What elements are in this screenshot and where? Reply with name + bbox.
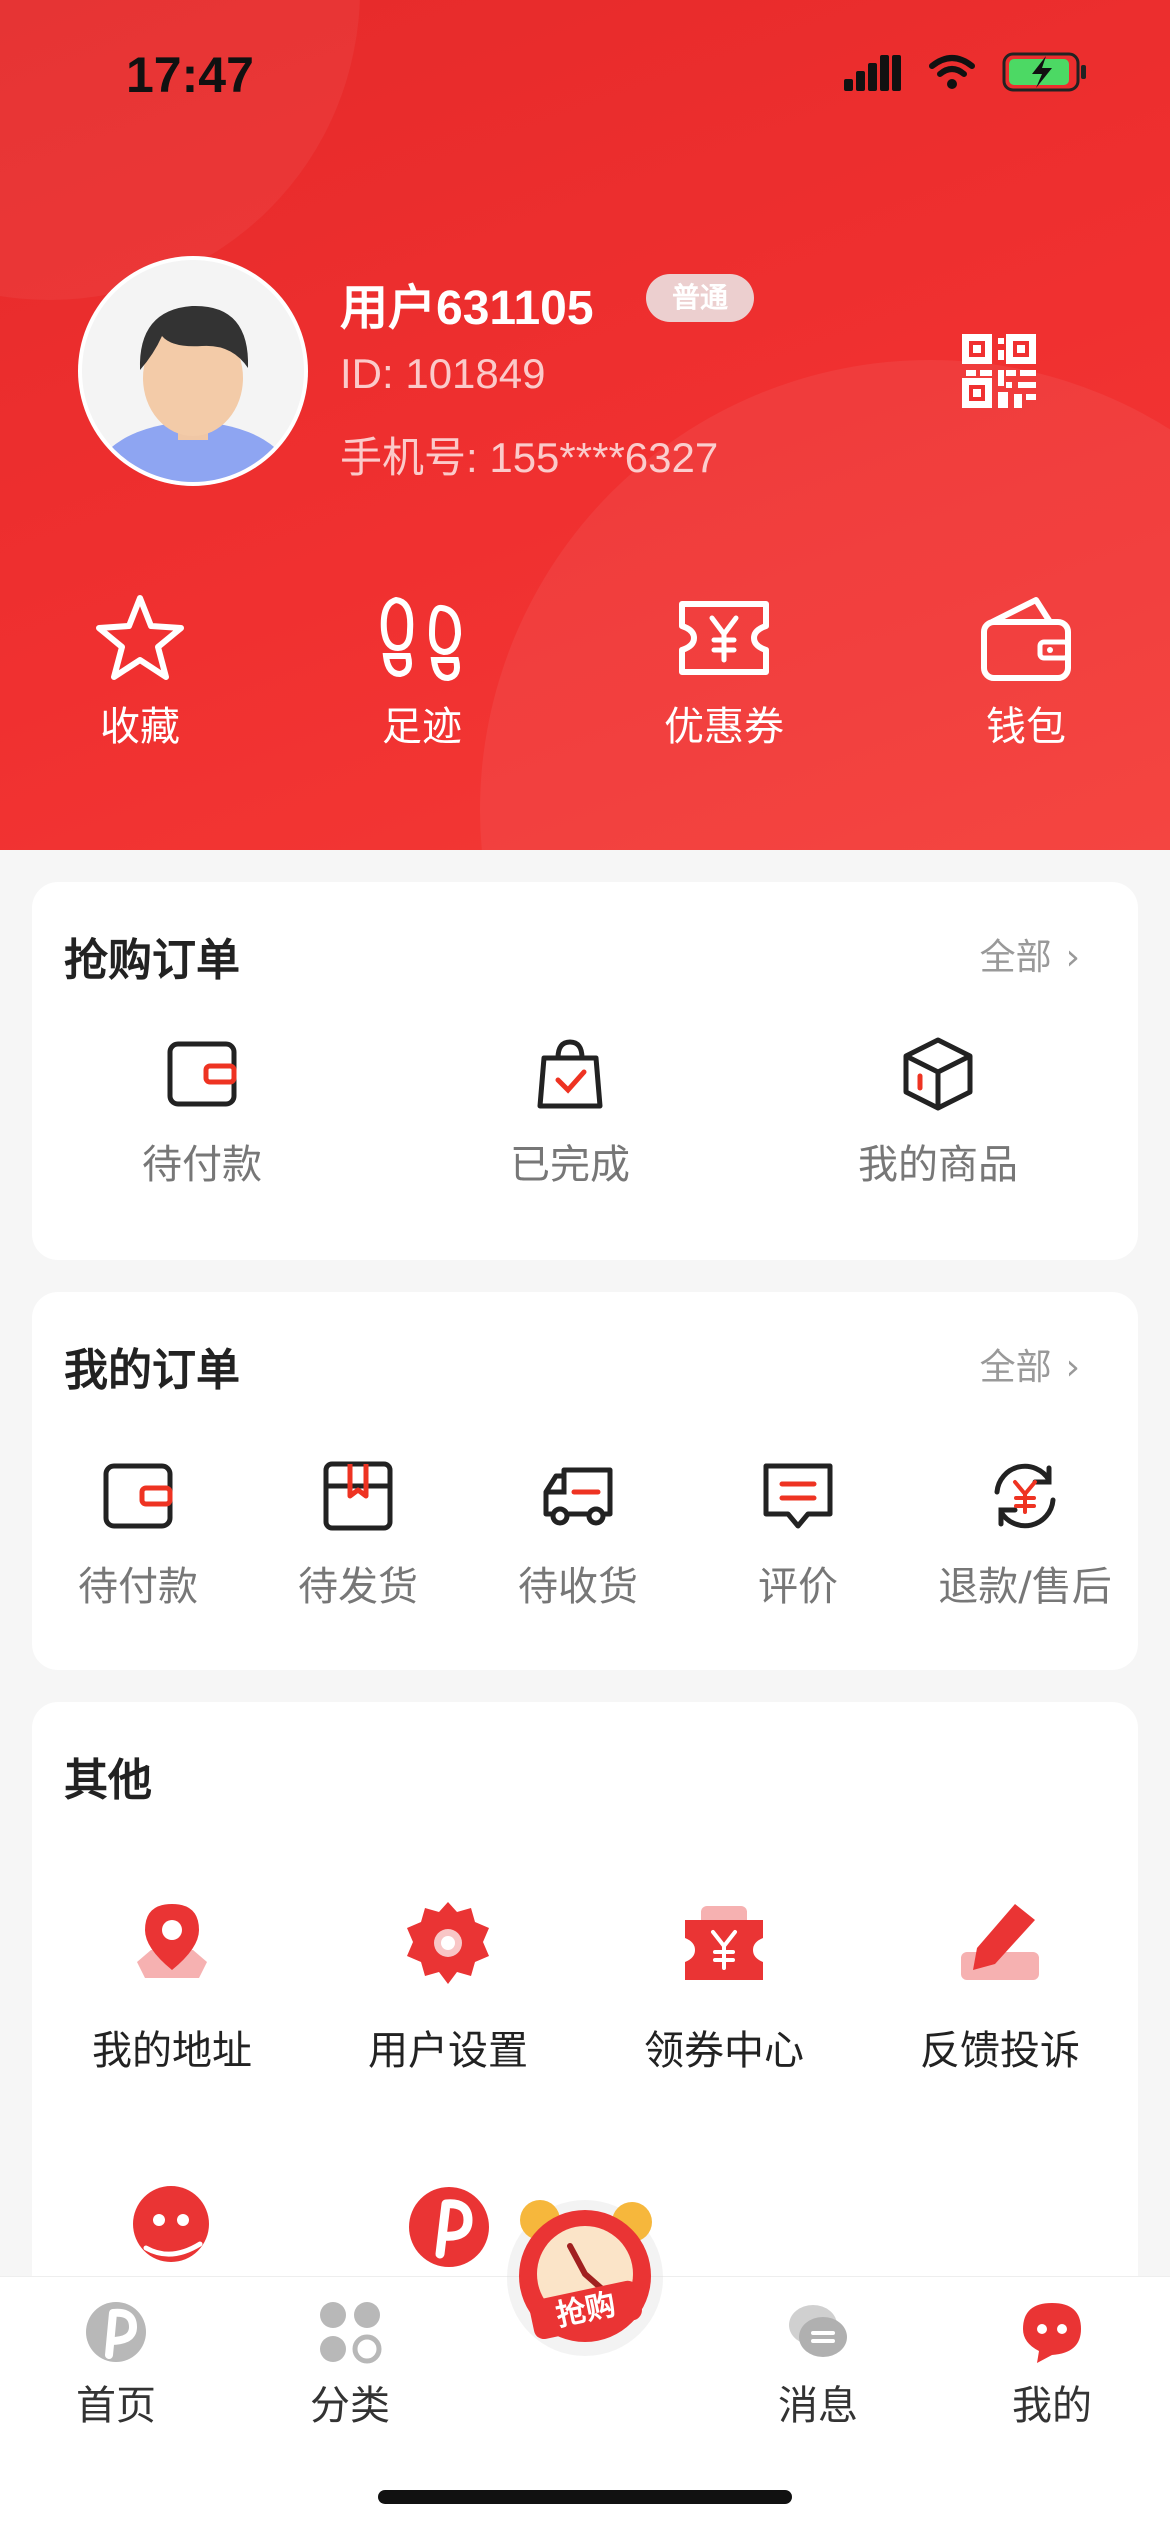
member-level-badge: 普通	[646, 274, 755, 322]
avatar[interactable]	[78, 256, 308, 486]
other-user-settings[interactable]: 用户设置	[338, 1898, 558, 2076]
flash-orders-view-all[interactable]: 全部 ›	[980, 928, 1080, 980]
order-pending-payment[interactable]: 待付款	[38, 1456, 238, 1612]
profile-header: 17:47 用户631105 普通 ID: 101849 手机号: 155***…	[0, 0, 1170, 850]
status-time: 17:47	[126, 47, 254, 103]
coupon-center-icon	[685, 1906, 763, 1980]
chevron-right-icon: ›	[1065, 1347, 1080, 1388]
tab-messages[interactable]: 消息	[738, 2297, 898, 2431]
footprint-icon	[380, 596, 462, 682]
home-p-icon	[86, 2302, 146, 2362]
others-title: 其他	[64, 1755, 152, 1806]
quick-action-wallet[interactable]: 钱包	[916, 590, 1136, 752]
view-all-label: 全部	[979, 937, 1052, 978]
qr-code-icon[interactable]	[962, 334, 1036, 408]
other-label: 我的地址	[92, 2028, 252, 2074]
truck-icon	[543, 1467, 613, 1526]
feedback-pencil-icon	[961, 1904, 1039, 1980]
flash-sale-center-button[interactable]: 抢购	[500, 2186, 670, 2356]
customer-service-icon	[133, 2186, 209, 2262]
grid-label: 待收货	[518, 1564, 638, 1610]
refund-icon	[994, 1463, 1056, 1529]
avatar-illustration	[82, 260, 304, 482]
flash-orders-card: 抢购订单 全部 › 待付款 已完成 我的商品	[32, 882, 1138, 1260]
tab-mine[interactable]: 我的	[972, 2297, 1132, 2431]
home-indicator	[378, 2490, 792, 2504]
category-icon	[320, 2302, 382, 2364]
cellular-signal-icon	[844, 55, 901, 91]
quick-action-coupons[interactable]: 优惠券	[614, 590, 834, 752]
tab-category[interactable]: 分类	[270, 2297, 430, 2431]
other-p-service[interactable]	[404, 2182, 494, 2272]
flash-orders-title: 抢购订单	[64, 935, 240, 986]
comment-icon	[763, 1463, 833, 1529]
star-icon	[96, 595, 184, 680]
flash-order-pending-payment[interactable]: 待付款	[112, 1034, 292, 1190]
user-id: ID: 101849	[340, 350, 546, 397]
coupon-icon	[679, 601, 769, 675]
flash-order-completed[interactable]: 已完成	[480, 1034, 660, 1190]
battery-charging-icon	[1002, 52, 1086, 92]
other-feedback[interactable]: 反馈投诉	[890, 1898, 1110, 2076]
package-icon	[323, 1461, 393, 1531]
my-orders-card: 我的订单 全部 › 待付款 待发货 待收货 评价 退款/售后	[32, 1292, 1138, 1670]
other-label: 反馈投诉	[920, 2028, 1080, 2074]
flash-order-my-products[interactable]: 我的商品	[828, 1034, 1048, 1190]
other-label: 领券中心	[644, 2028, 804, 2074]
other-coupon-center[interactable]: 领券中心	[614, 1898, 834, 2076]
shopping-bag-check-icon	[537, 1039, 603, 1109]
wallet-icon	[103, 1463, 173, 1529]
status-icons	[844, 52, 1088, 92]
grid-label: 待付款	[78, 1564, 198, 1610]
my-orders-title: 我的订单	[64, 1345, 240, 1396]
wallet-icon	[981, 597, 1071, 681]
order-refund-aftersales[interactable]: 退款/售后	[910, 1456, 1140, 1612]
quick-action-label: 足迹	[382, 704, 462, 750]
tab-label: 分类	[310, 2383, 390, 2429]
quick-actions: 收藏 足迹 优惠券 钱包	[0, 590, 1170, 750]
status-bar: 17:47	[0, 0, 1170, 150]
message-icon	[789, 2305, 847, 2357]
grid-label: 退款/售后	[938, 1564, 1112, 1610]
other-my-address[interactable]: 我的地址	[62, 1898, 282, 2076]
chevron-right-icon: ›	[1065, 937, 1080, 978]
order-review[interactable]: 评价	[698, 1456, 898, 1612]
grid-label: 待发货	[298, 1564, 418, 1610]
tab-home[interactable]: 首页	[36, 2297, 196, 2431]
profile-chat-icon	[1023, 2303, 1081, 2363]
tab-label: 消息	[778, 2383, 858, 2429]
other-label: 用户设置	[368, 2028, 528, 2074]
user-phone: 手机号: 155****6327	[340, 434, 719, 481]
quick-action-label: 优惠券	[664, 704, 784, 750]
other-customer-service[interactable]	[126, 2182, 216, 2272]
quick-action-label: 钱包	[986, 704, 1066, 750]
quick-action-favorites[interactable]: 收藏	[30, 590, 250, 752]
p-logo-icon	[409, 2187, 489, 2267]
grid-label: 我的商品	[858, 1142, 1018, 1188]
wifi-icon	[929, 55, 975, 89]
grid-label: 评价	[758, 1564, 838, 1610]
tab-label: 我的	[1012, 2383, 1092, 2429]
order-pending-shipment[interactable]: 待发货	[258, 1456, 458, 1612]
box-icon	[903, 1037, 973, 1111]
wallet-icon	[167, 1041, 237, 1107]
view-all-label: 全部	[979, 1347, 1052, 1388]
grid-label: 已完成	[510, 1142, 630, 1188]
quick-action-label: 收藏	[100, 704, 180, 750]
quick-action-footprints[interactable]: 足迹	[312, 590, 532, 752]
my-orders-view-all[interactable]: 全部 ›	[980, 1338, 1080, 1390]
grid-label: 待付款	[142, 1142, 262, 1188]
username: 用户631105	[340, 282, 594, 335]
settings-gear-icon	[407, 1902, 489, 1984]
tab-label: 首页	[76, 2383, 156, 2429]
order-pending-receipt[interactable]: 待收货	[478, 1456, 678, 1612]
location-pin-icon	[137, 1904, 207, 1978]
